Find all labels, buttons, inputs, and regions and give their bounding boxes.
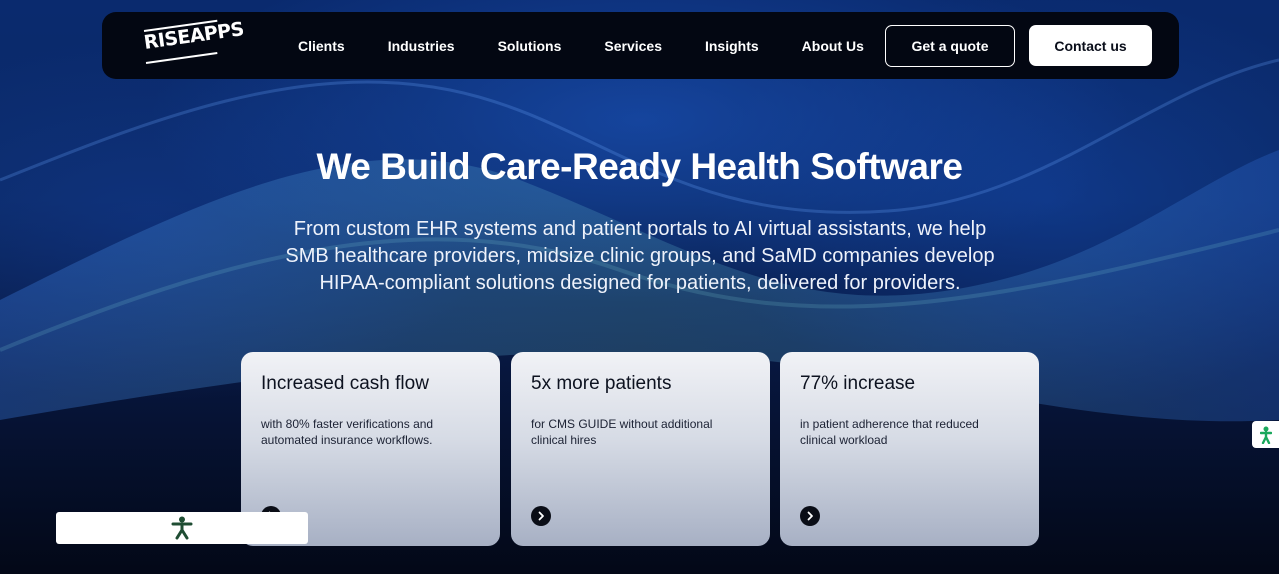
chevron-right-icon[interactable] bbox=[531, 506, 551, 526]
contact-us-button[interactable]: Contact us bbox=[1029, 25, 1152, 66]
hero-title: We Build Care-Ready Health Software bbox=[316, 146, 963, 187]
nav-link-clients[interactable]: Clients bbox=[298, 38, 345, 54]
card-title: 77% increase bbox=[800, 373, 916, 394]
accessibility-side-tab[interactable] bbox=[1252, 421, 1279, 448]
hero-subtitle-line: HIPAA-compliant solutions designed for p… bbox=[319, 272, 961, 294]
riseapps-logo[interactable]: RISEAPPS bbox=[142, 18, 245, 66]
accessibility-person-icon bbox=[171, 516, 193, 540]
top-navbar: RISEAPPS Clients Industries Solutions Se… bbox=[102, 12, 1179, 79]
hero-subtitle-line: SMB healthcare providers, midsize clinic… bbox=[285, 245, 995, 267]
get-a-quote-button[interactable]: Get a quote bbox=[885, 25, 1015, 67]
card-description: with 80% faster verifications and automa… bbox=[261, 417, 434, 447]
stat-card-patients[interactable]: 5x more patients for CMS GUIDE without a… bbox=[511, 352, 770, 546]
logo-bottom-line bbox=[145, 51, 218, 64]
nav-link-services[interactable]: Services bbox=[604, 38, 662, 54]
nav-link-about-us[interactable]: About Us bbox=[802, 38, 864, 54]
nav-link-industries[interactable]: Industries bbox=[388, 38, 455, 54]
card-title: 5x more patients bbox=[531, 373, 672, 394]
accessibility-widget-button[interactable] bbox=[56, 512, 308, 544]
hero-subtitle: From custom EHR systems and patient port… bbox=[260, 216, 1020, 297]
accessibility-person-icon bbox=[1259, 426, 1272, 444]
chevron-right-icon[interactable] bbox=[800, 506, 820, 526]
card-title: Increased cash flow bbox=[261, 373, 429, 394]
hero-subtitle-line: From custom EHR systems and patient port… bbox=[293, 218, 987, 240]
stat-card-adherence[interactable]: 77% increase in patient adherence that r… bbox=[780, 352, 1039, 546]
nav-links: Clients Industries Solutions Services In… bbox=[298, 12, 907, 79]
card-description: in patient adherence that reduced clinic… bbox=[800, 417, 979, 447]
nav-link-insights[interactable]: Insights bbox=[705, 38, 759, 54]
nav-link-solutions[interactable]: Solutions bbox=[498, 38, 562, 54]
card-description: for CMS GUIDE without additional clinica… bbox=[531, 417, 713, 447]
